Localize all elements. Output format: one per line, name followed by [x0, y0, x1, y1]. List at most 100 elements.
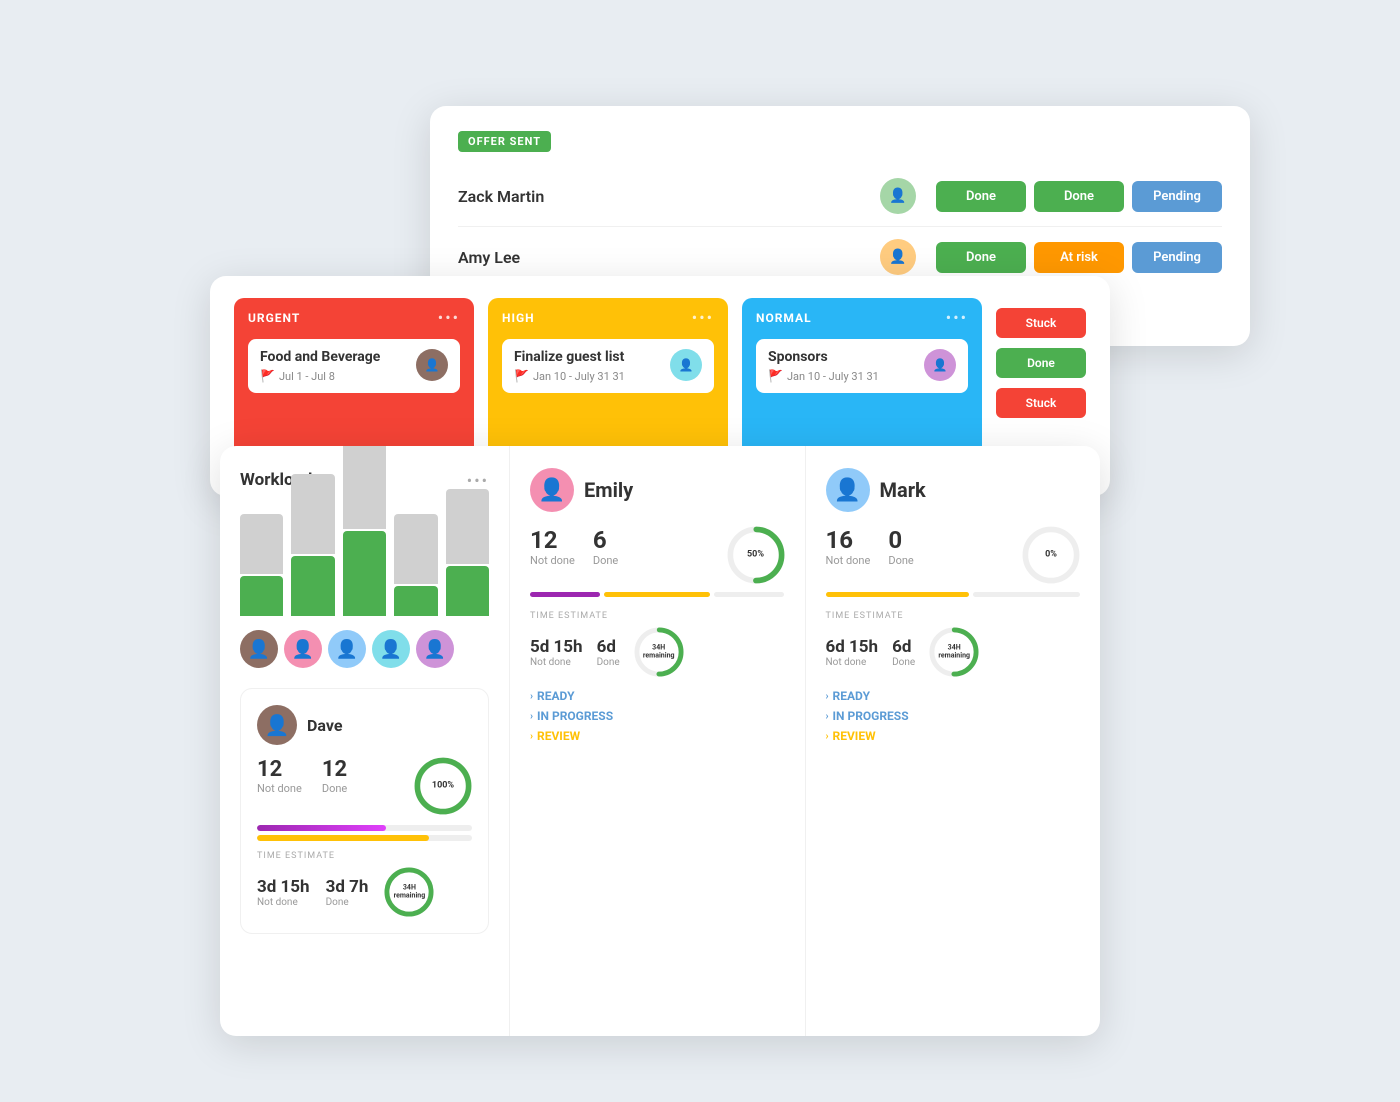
bar-green-4 — [394, 586, 437, 616]
emily-avatar: 👤 — [530, 468, 574, 512]
bar-group-4 — [394, 514, 437, 616]
kanban-high-title: HIGH — [502, 311, 535, 325]
dave-time-donut: 34H remaining — [384, 867, 434, 917]
mark-time-d: 6d Done — [892, 637, 915, 668]
workload-dots: ••• — [467, 471, 489, 490]
emily-time-d: 6d Done — [597, 637, 620, 668]
zack-name: Zack Martin — [458, 187, 880, 206]
dave-not-done: 12 Not done — [257, 757, 302, 815]
dave-prog-fill-purple — [257, 825, 386, 831]
bar-group-5 — [446, 489, 489, 616]
avatar-van-small: 👤 — [372, 630, 410, 668]
bar-green-2 — [291, 556, 334, 616]
mark-prog-yellow — [826, 592, 969, 597]
panel-right: 👤 Emily 12 Not done 6 Done — [510, 446, 1100, 1036]
flag-red-icon: 🚩 — [260, 369, 275, 383]
bar-group-3 — [343, 446, 386, 616]
emily-donut-label: 50% — [747, 550, 764, 561]
emily-prog-yellow — [604, 592, 710, 597]
workload-bar-chart — [240, 506, 489, 616]
kanban-urgent-dots: ••• — [438, 308, 460, 327]
kanban-normal-dots: ••• — [946, 308, 968, 327]
mark-prog — [826, 592, 1081, 597]
dave-name: Dave — [307, 716, 342, 735]
mark-sections: › READY › IN PROGRESS › REVIEW — [826, 689, 1081, 743]
dave-stats-row: 12 Not done 12 Done 100% — [257, 757, 472, 815]
bar-grey-4 — [394, 514, 437, 584]
emily-prog — [530, 592, 785, 597]
task-food-avatar: 👤 — [416, 349, 448, 381]
mark-stats: 16 Not done 0 Done 0% — [826, 526, 1081, 584]
dave-donut-label: 100% — [432, 781, 454, 792]
avatar-sponsor-small: 👤 — [416, 630, 454, 668]
mark-avatar: 👤 — [826, 468, 870, 512]
zack-statuses: Done Done Pending — [936, 181, 1222, 212]
flag-grey-icon: 🚩 — [768, 369, 783, 383]
task-guest-avatar: 👤 — [670, 349, 702, 381]
task-guest-title: Finalize guest list — [514, 349, 662, 365]
emily-time-donut: 34H remaining — [634, 627, 684, 677]
bar-grey-2 — [291, 474, 334, 554]
dave-done: 12 Done — [322, 757, 347, 815]
emily-panel: 👤 Emily 12 Not done 6 Done — [510, 446, 806, 1036]
emily-time: TIME ESTIMATE 5d 15h Not done 6d Done — [530, 611, 785, 677]
mark-inprogress-chevron: › — [826, 711, 829, 722]
mark-prog-empty — [973, 592, 1080, 597]
emily-inprogress-chevron: › — [530, 711, 533, 722]
kanban-high-dots: ••• — [692, 308, 714, 327]
dave-prog-fill-yellow — [257, 835, 429, 841]
kanban-task-normal: Sponsors 🚩 Jan 10 - July 31 31 👤 — [756, 339, 968, 393]
amy-statuses: Done At risk Pending — [936, 242, 1222, 273]
bar-green-5 — [446, 566, 489, 616]
kanban-task-high: Finalize guest list 🚩 Jan 10 - July 31 3… — [502, 339, 714, 393]
emily-done: 6 Done — [593, 526, 618, 584]
avatar-mark-small: 👤 — [328, 630, 366, 668]
task-food-date: 🚩 Jul 1 - Jul 8 — [260, 369, 408, 383]
task-food-title: Food and Beverage — [260, 349, 408, 365]
avatar-dave-small: 👤 — [240, 630, 278, 668]
mark-done: 0 Done — [888, 526, 913, 584]
mark-donut: 0% — [1022, 526, 1080, 584]
bar-grey-1 — [240, 514, 283, 574]
mark-review-link[interactable]: › REVIEW — [826, 729, 1081, 743]
task-guest-date: 🚩 Jan 10 - July 31 31 — [514, 369, 662, 383]
task-sponsor-avatar: 👤 — [924, 349, 956, 381]
panel-left: Workload ••• — [220, 446, 510, 1036]
emily-inprogress-link[interactable]: › IN PROGRESS — [530, 709, 785, 723]
emily-ready-link[interactable]: › READY — [530, 689, 785, 703]
emily-prog-empty — [714, 592, 784, 597]
emily-time-nd: 5d 15h Not done — [530, 637, 583, 668]
mark-ready-chevron: › — [826, 691, 829, 702]
mark-name: Mark — [880, 478, 926, 502]
dave-time-label: 34H remaining — [394, 884, 426, 901]
emily-review-chevron: › — [530, 731, 533, 742]
zack-status-1: Done — [936, 181, 1026, 212]
flag-yellow-icon: 🚩 — [514, 369, 529, 383]
mark-ready-link[interactable]: › READY — [826, 689, 1081, 703]
task-sponsor-date: 🚩 Jan 10 - July 31 31 — [768, 369, 916, 383]
workload-avatars: 👤 👤 👤 👤 👤 — [240, 630, 489, 668]
emily-prog-purple — [530, 592, 600, 597]
mark-time-nd: 6d 15h Not done — [826, 637, 879, 668]
dave-time: TIME ESTIMATE 3d 15h Not done 3d 7h Done — [257, 851, 472, 917]
bar-group-1 — [240, 514, 283, 616]
mark-review-chevron: › — [826, 731, 829, 742]
bar-green-1 — [240, 576, 283, 616]
zack-status-3: Pending — [1132, 181, 1222, 212]
emily-sections: › READY › IN PROGRESS › REVIEW — [530, 689, 785, 743]
mark-inprogress-link[interactable]: › IN PROGRESS — [826, 709, 1081, 723]
offer-badge: OFFER SENT — [458, 131, 551, 152]
amy-name: Amy Lee — [458, 248, 880, 267]
mark-time: TIME ESTIMATE 6d 15h Not done 6d Done — [826, 611, 1081, 677]
bar-grey-3 — [343, 446, 386, 529]
dave-time-done: 3d 7h Done — [326, 877, 369, 908]
emily-header: 👤 Emily — [530, 468, 785, 512]
bar-group-2 — [291, 474, 334, 616]
bar-grey-5 — [446, 489, 489, 564]
emily-review-link[interactable]: › REVIEW — [530, 729, 785, 743]
kanban-urgent-title: URGENT — [248, 311, 300, 325]
amy-status-1: Done — [936, 242, 1026, 273]
bar-green-3 — [343, 531, 386, 616]
emily-time-row: 5d 15h Not done 6d Done — [530, 627, 785, 677]
mark-time-label: 34H remaining — [938, 644, 970, 661]
